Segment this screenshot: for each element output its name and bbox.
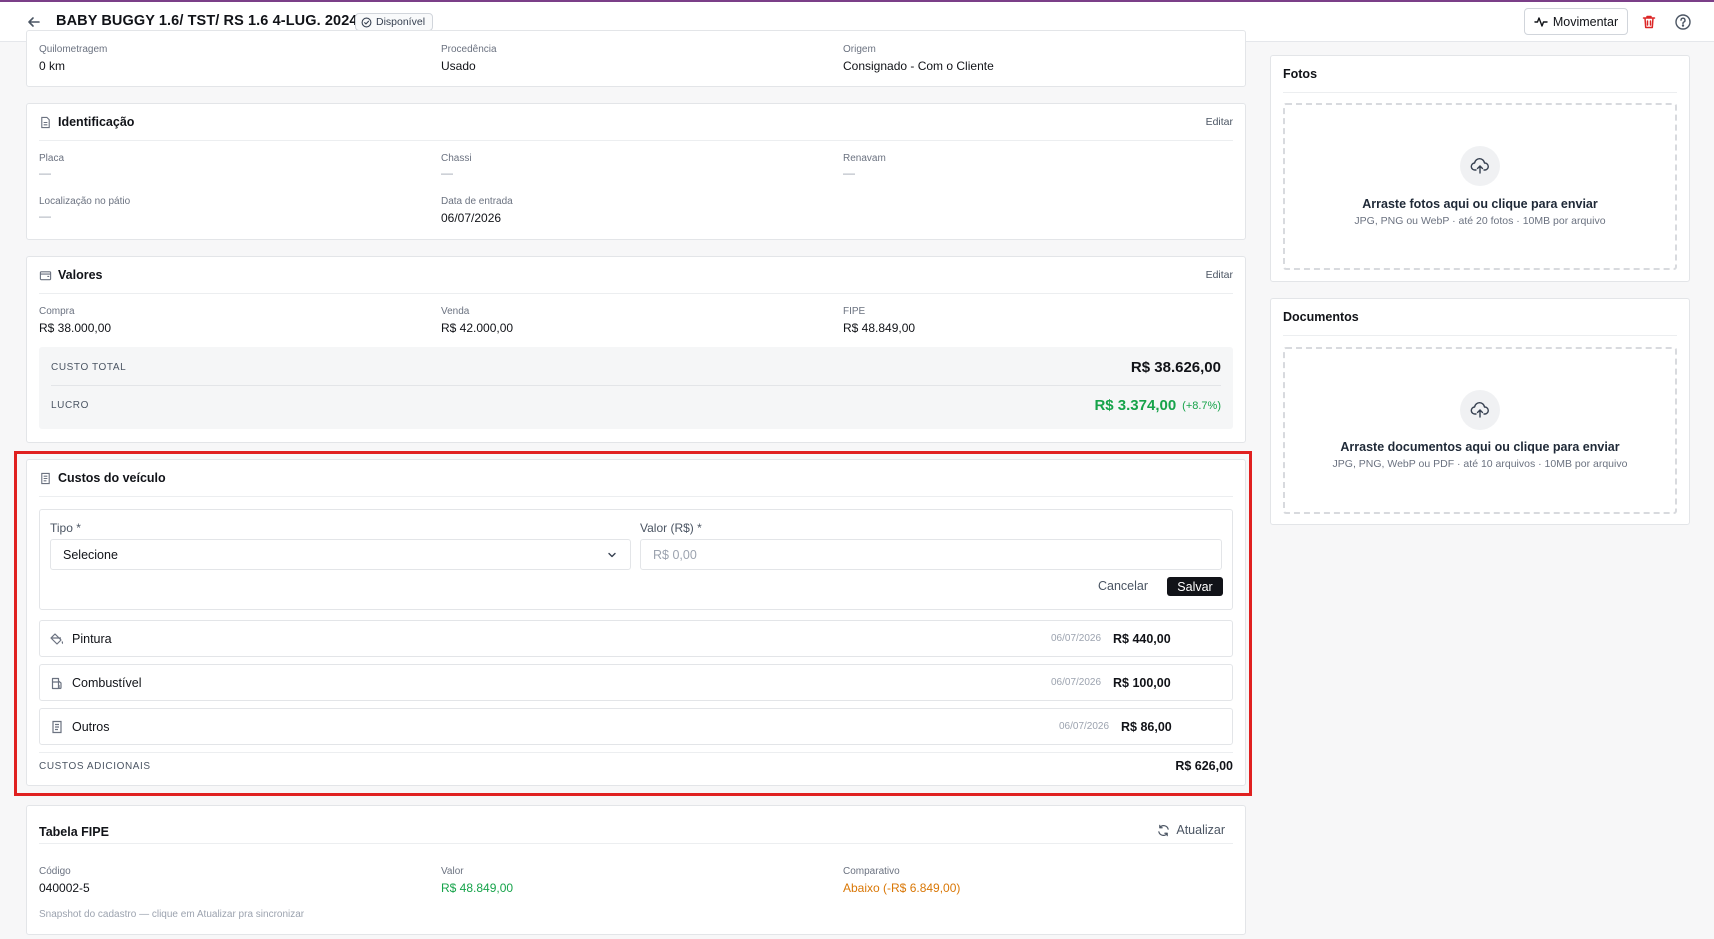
card-header: Documentos xyxy=(1283,299,1677,336)
field-value: — xyxy=(39,166,51,180)
field-label: Data de entrada xyxy=(441,196,513,207)
field-compra: Compra R$ 38.000,00 xyxy=(39,306,111,335)
field-label: Localização no pátio xyxy=(39,196,131,207)
back-arrow-icon[interactable] xyxy=(24,12,44,32)
card-header: Identificação Editar xyxy=(39,104,1233,141)
lucro-percent: (+8.7%) xyxy=(1182,399,1221,412)
field-origem: Origem Consignado - Com o Cliente xyxy=(843,44,994,73)
field-label: Compra xyxy=(39,306,75,317)
field-label: Código xyxy=(39,866,71,877)
field-value: R$ 38.000,00 xyxy=(39,321,112,335)
field-label: FIPE xyxy=(843,306,866,317)
status-badge: Disponível xyxy=(355,13,434,31)
valores-card: Valores Editar Compra R$ 38.000,00 Venda… xyxy=(26,256,1246,443)
documentos-dropzone[interactable]: Arraste documentos aqui ou clique para e… xyxy=(1283,347,1677,514)
field-placa: Placa — xyxy=(39,153,64,180)
field-codigo: Código 040002-5 xyxy=(39,866,90,895)
cost-summary: CUSTO TOTAL R$ 38.626,00 LUCRO R$ 3.374,… xyxy=(39,347,1233,429)
divider xyxy=(39,843,1233,844)
field-value: — xyxy=(441,166,453,180)
field-procedencia: Procedência Usado xyxy=(441,44,497,73)
identificacao-card: Identificação Editar Placa — Chassi — Re… xyxy=(26,103,1246,240)
field-quilometragem: Quilometragem 0 km xyxy=(39,44,107,73)
vehicle-info-card: Quilometragem 0 km Procedência Usado Ori… xyxy=(26,30,1246,87)
field-label: Valor xyxy=(441,866,464,877)
custo-total-value: R$ 38.626,00 xyxy=(1130,358,1221,376)
field-value: — xyxy=(843,166,855,180)
highlight-box xyxy=(14,451,1252,796)
card-title: Documentos xyxy=(1283,310,1359,324)
field-label: Quilometragem xyxy=(39,44,108,55)
documentos-card: Documentos Arraste documentos aqui ou cl… xyxy=(1270,298,1690,525)
field-value: Abaixo (-R$ 6.849,00) xyxy=(843,881,961,895)
card-title: Identificação xyxy=(58,115,135,129)
field-value: 06/07/2026 xyxy=(441,211,502,225)
upload-button[interactable] xyxy=(1460,390,1500,430)
card-header: Fotos xyxy=(1283,56,1677,93)
edit-identificacao-button[interactable]: Editar xyxy=(1206,116,1233,128)
field-label: Comparativo xyxy=(843,866,900,877)
atualizar-button[interactable]: Atualizar xyxy=(1157,823,1225,837)
field-venda: Venda R$ 42.000,00 xyxy=(441,306,513,335)
wallet-icon xyxy=(39,270,52,280)
lucro-label: LUCRO xyxy=(51,400,90,411)
fotos-card: Fotos Arraste fotos aqui ou clique para … xyxy=(1270,55,1690,282)
card-title: Tabela FIPE xyxy=(39,825,109,839)
field-value: R$ 48.849,00 xyxy=(441,881,514,895)
movimentar-label: Movimentar xyxy=(1552,14,1619,29)
field-label: Renavam xyxy=(843,153,886,164)
check-circle-icon xyxy=(361,17,372,27)
card-title: Valores xyxy=(58,268,103,282)
field-label: Origem xyxy=(843,44,876,55)
atualizar-label: Atualizar xyxy=(1176,823,1225,837)
field-label: Chassi xyxy=(441,153,472,164)
field-data-entrada: Data de entrada 06/07/2026 xyxy=(441,196,513,225)
fotos-dropzone[interactable]: Arraste fotos aqui ou clique para enviar… xyxy=(1283,103,1677,270)
field-renavam: Renavam — xyxy=(843,153,886,180)
custo-total-label: CUSTO TOTAL xyxy=(51,361,127,373)
field-comparativo: Comparativo Abaixo (-R$ 6.849,00) xyxy=(843,866,960,895)
field-value: R$ 42.000,00 xyxy=(441,321,514,335)
field-chassi: Chassi — xyxy=(441,153,472,180)
lucro-value: R$ 3.374,00 xyxy=(1094,397,1177,414)
field-value: 0 km xyxy=(39,59,66,73)
upload-button[interactable] xyxy=(1460,146,1500,186)
card-title: Fotos xyxy=(1283,67,1318,81)
field-label: Venda xyxy=(441,306,470,317)
movimentar-button[interactable]: Movimentar xyxy=(1524,8,1628,35)
page-title: BABY BUGGY 1.6/ TST/ RS 1.6 4-LUG. 2024 xyxy=(56,13,358,29)
field-localizacao: Localização no pátio — xyxy=(39,196,130,223)
field-value: R$ 48.849,00 xyxy=(843,321,916,335)
fipe-note: Snapshot do cadastro — clique em Atualiz… xyxy=(39,909,305,920)
dropzone-sub-text: JPG, PNG, WebP ou PDF · até 10 arquivos … xyxy=(1332,458,1628,470)
lucro-row: LUCRO R$ 3.374,00 (+8.7%) xyxy=(51,387,1221,424)
field-label: Procedência xyxy=(441,44,497,55)
field-value: Usado xyxy=(441,59,476,73)
dropzone-sub-text: JPG, PNG ou WebP · até 20 fotos · 10MB p… xyxy=(1354,215,1606,227)
custo-total-row: CUSTO TOTAL R$ 38.626,00 xyxy=(51,349,1221,386)
cloud-upload-icon xyxy=(1470,158,1489,174)
field-fipe-valor: Valor R$ 48.849,00 xyxy=(441,866,513,895)
field-value: — xyxy=(39,209,51,223)
field-fipe: FIPE R$ 48.849,00 xyxy=(843,306,915,335)
cloud-upload-icon xyxy=(1470,402,1489,418)
field-value: Consignado - Com o Cliente xyxy=(843,59,994,73)
card-header: Valores Editar xyxy=(39,257,1233,294)
edit-valores-button[interactable]: Editar xyxy=(1206,269,1233,281)
dropzone-main-text: Arraste fotos aqui ou clique para enviar xyxy=(1362,197,1598,211)
help-circle-icon[interactable] xyxy=(1674,13,1692,31)
field-value: 040002-5 xyxy=(39,881,90,895)
fipe-card: Tabela FIPE Atualizar Código 040002-5 Va… xyxy=(26,805,1246,935)
trash-icon[interactable] xyxy=(1640,13,1658,31)
dropzone-main-text: Arraste documentos aqui ou clique para e… xyxy=(1340,440,1620,454)
field-label: Placa xyxy=(39,153,65,164)
refresh-icon xyxy=(1158,824,1170,836)
status-text: Disponível xyxy=(376,16,426,28)
activity-icon xyxy=(1534,16,1548,27)
document-icon xyxy=(41,116,50,128)
